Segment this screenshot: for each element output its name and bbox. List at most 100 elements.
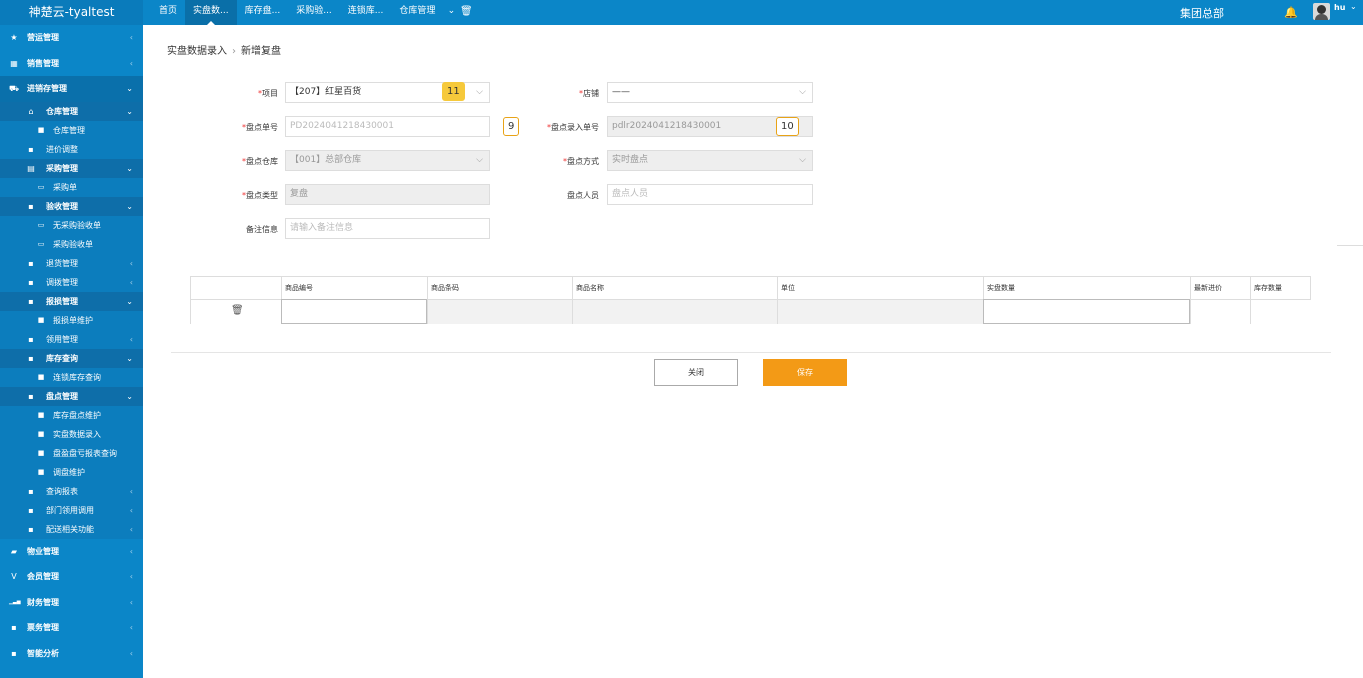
sidebar-item-inventory[interactable]: ⛟ 进销存管理 ⌄ — [0, 76, 143, 102]
sidebar-item-label: 会员管理 — [27, 572, 59, 581]
column-header[interactable]: 库存数量 — [1250, 277, 1311, 299]
sidebar-item-count-entry[interactable]: ■ 实盘数据录入 — [0, 424, 143, 444]
sidebar-item-chain-stock-query[interactable]: ■ 连锁库存查询 — [0, 367, 143, 387]
project-label: *项目 — [258, 89, 278, 98]
actual-qty-input[interactable] — [983, 299, 1190, 324]
sidebar-item-tickets[interactable]: ▪ 票务管理 ‹ — [0, 615, 143, 641]
briefcase-icon: ▰ — [10, 546, 18, 556]
sidebar-item-label: 仓库管理 — [53, 125, 85, 135]
windows-icon: ▪ — [28, 334, 34, 344]
chevron-left-icon: ‹ — [129, 524, 133, 534]
top-tab-purchase-check[interactable]: 采购验... — [288, 0, 340, 25]
chevron-left-icon: ‹ — [129, 505, 133, 515]
scrollbar-hint — [1337, 245, 1363, 246]
column-header[interactable]: 实盘数量 — [983, 277, 1190, 299]
breadcrumb-parent[interactable]: 实盘数据录入 — [167, 46, 227, 57]
sidebar-item-profit-loss-report[interactable]: ■ 盘盈盘亏报表查询 — [0, 443, 143, 463]
sidebar-item-receiving-no-po[interactable]: ▭ 无采购验收单 — [0, 215, 143, 235]
sidebar-item-stock-query[interactable]: ▪ 库存查询 ⌄ — [0, 348, 143, 368]
sidebar-item-dept-usage[interactable]: ▪ 部门领用调用 ‹ — [0, 500, 143, 520]
sidebar-item-stocktaking[interactable]: ▪ 盘点管理 ⌄ — [0, 386, 143, 406]
top-tab-warehouse[interactable]: 仓库管理 — [391, 0, 443, 25]
barcode-cell — [427, 299, 572, 324]
sidebar-item-purchase-order[interactable]: ▭ 采购单 — [0, 177, 143, 197]
sidebar-item-label: 调拨管理 — [46, 277, 78, 287]
sidebar-item-label: 领用管理 — [46, 334, 78, 344]
sidebar-item-label: 部门领用调用 — [46, 505, 94, 515]
square-icon: ■ — [37, 410, 45, 419]
top-tab-chain-stock[interactable]: 连锁库... — [340, 0, 392, 25]
sidebar-item-members[interactable]: V 会员管理 ‹ — [0, 564, 143, 590]
sidebar-item-analytics[interactable]: ▪ 智能分析 ‹ — [0, 641, 143, 667]
sidebar-item-label: 进销存管理 — [27, 84, 67, 93]
sidebar-item-adjust-maintain[interactable]: ■ 调盘维护 — [0, 462, 143, 482]
product-code-input[interactable] — [281, 299, 427, 324]
sidebar-item-property[interactable]: ▰ 物业管理 ‹ — [0, 539, 143, 565]
trash-icon[interactable]: 🗑 — [231, 305, 244, 316]
type-input[interactable]: 复盘 — [285, 184, 490, 205]
sidebar-item-label: 采购单 — [53, 182, 77, 192]
windows-icon: ▪ — [28, 144, 34, 154]
windows-icon: ▪ — [11, 648, 17, 658]
sidebar-item-finance[interactable]: ▁▃▅ 财务管理 ‹ — [0, 590, 143, 616]
user-name[interactable]: hu — [1334, 3, 1345, 12]
store-label: *店铺 — [579, 89, 599, 98]
sidebar-item-requisition[interactable]: ▪ 领用管理 ‹ — [0, 329, 143, 349]
method-select[interactable]: 实时盘点 ⌵ — [607, 150, 813, 171]
sidebar-item-price-adjust[interactable]: ▪ 进价调整 — [0, 139, 143, 159]
sidebar-item-label: 财务管理 — [27, 597, 59, 607]
column-header[interactable]: 商品名称 — [572, 277, 777, 299]
sidebar-item-label: 销售管理 — [27, 58, 59, 68]
top-tab-stock-count[interactable]: 库存盘... — [237, 0, 289, 25]
chevron-down-icon: ⌄ — [126, 391, 133, 401]
top-tab-count-entry[interactable]: 实盘数... — [185, 0, 237, 25]
entry-no-label: *盘点录入单号 — [547, 123, 599, 132]
column-header[interactable]: 商品条码 — [427, 277, 572, 299]
remark-input[interactable]: 请输入备注信息 — [285, 218, 490, 239]
remark-label: 备注信息 — [246, 225, 278, 234]
sidebar-item-receiving-po[interactable]: ▭ 采购验收单 — [0, 234, 143, 254]
sidebar-item-operations[interactable]: ★ 营运管理 ‹ — [0, 25, 143, 51]
sidebar-item-label: 采购管理 — [46, 163, 78, 173]
trash-icon[interactable]: 🗑 — [459, 0, 473, 25]
latest-price-cell — [1190, 299, 1250, 324]
doc-icon: ▭ — [37, 220, 45, 229]
sidebar-item-loss-maintain[interactable]: ■ 报损单维护 — [0, 310, 143, 330]
person-input[interactable]: 盘点人员 — [607, 184, 813, 205]
sidebar-item-reports[interactable]: ▪ 查询报表 ‹ — [0, 481, 143, 501]
sidebar-item-label: 连锁库存查询 — [53, 372, 101, 382]
top-tab-home[interactable]: 首页 — [151, 0, 185, 25]
sidebar-item-distribution[interactable]: ▪ 配送相关功能 ‹ — [0, 519, 143, 539]
count-no-input[interactable]: PD2024041218430001 — [285, 116, 490, 137]
chevron-down-icon[interactable]: ⌄ — [443, 0, 459, 25]
square-icon: ■ — [37, 315, 45, 324]
sidebar-item-loss[interactable]: ▪ 报损管理 ⌄ — [0, 291, 143, 311]
sidebar-item-purchase[interactable]: ▤ 采购管理 ⌄ — [0, 158, 143, 178]
column-header[interactable]: 商品编号 — [281, 277, 427, 299]
sidebar-item-label: 实盘数据录入 — [53, 429, 101, 439]
sidebar-item-label: 智能分析 — [27, 648, 59, 658]
square-icon: ■ — [37, 125, 45, 134]
save-button[interactable]: 保存 — [763, 359, 847, 386]
chevron-left-icon: ‹ — [129, 623, 133, 632]
store-select[interactable]: —— ⌵ — [607, 82, 813, 103]
org-name[interactable]: 集团总部 — [1180, 0, 1224, 27]
sidebar-item-stocktake-maintain[interactable]: ■ 库存盘点维护 — [0, 405, 143, 425]
column-header[interactable]: 单位 — [777, 277, 983, 299]
sidebar-item-warehouse-manage[interactable]: ■ 仓库管理 — [0, 120, 143, 140]
column-header[interactable]: 最新进价 — [1190, 277, 1250, 299]
sidebar-item-transfer[interactable]: ▪ 调拨管理 ‹ — [0, 272, 143, 292]
sidebar-item-warehouse-group[interactable]: ⌂ 仓库管理 ⌄ — [0, 101, 143, 121]
app-brand[interactable]: 神楚云-tyaltest — [0, 0, 143, 25]
close-button[interactable]: 关闭 — [654, 359, 738, 386]
warehouse-select[interactable]: 【001】总部仓库 ⌵ — [285, 150, 490, 171]
bars-icon: ▁▃▅ — [9, 598, 21, 605]
user-chevron-down-icon[interactable]: ⌄ — [1350, 2, 1357, 11]
v-icon: V — [11, 572, 17, 581]
bell-icon[interactable]: 🔔 — [1284, 6, 1298, 19]
sidebar-item-receiving[interactable]: ▪ 验收管理 ⌄ — [0, 196, 143, 216]
sidebar-item-returns[interactable]: ▪ 退货管理 ‹ — [0, 253, 143, 273]
avatar[interactable] — [1313, 3, 1330, 20]
sidebar-item-sales[interactable]: ▦ 销售管理 ‹ — [0, 51, 143, 77]
sidebar-item-label: 进价调整 — [46, 144, 78, 154]
